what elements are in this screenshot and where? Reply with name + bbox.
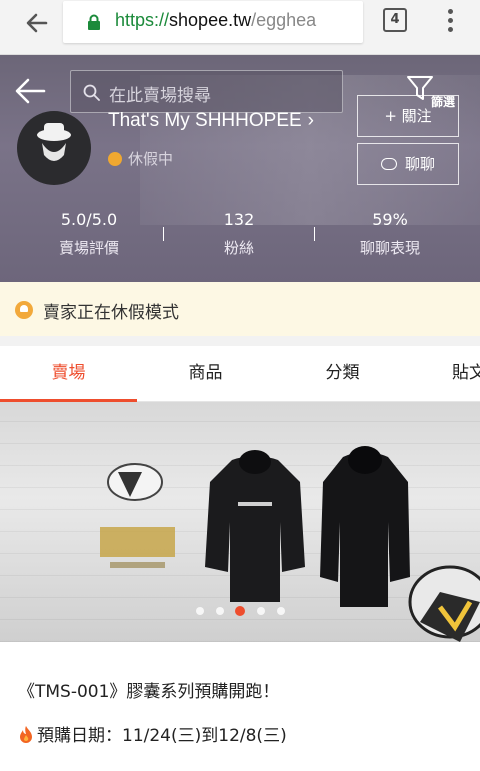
fire-icon: [20, 726, 32, 743]
preorder-date-line: 預購日期：11/24(三)到12/8(三): [18, 721, 287, 746]
browser-toolbar: https://shopee.tw/egghea 4: [0, 0, 480, 55]
arrow-left-icon: [26, 13, 48, 33]
tab-switcher-button[interactable]: 4: [383, 8, 407, 32]
lock-icon: [88, 14, 100, 30]
vacation-icon: [15, 301, 33, 319]
vacation-notice: 賣家正在休假模式: [0, 282, 480, 336]
shop-status: 休假中: [128, 150, 174, 168]
stat-followers: 132 粉絲: [169, 210, 309, 258]
stat-label: 賣場評價: [58, 239, 119, 257]
carousel-dot[interactable]: [277, 607, 285, 615]
chat-label: 聊聊: [404, 155, 435, 173]
vacation-status-icon: [108, 152, 122, 166]
preorder-date-text: 預購日期：11/24(三)到12/8(三): [37, 726, 287, 746]
stat-divider: [163, 227, 164, 241]
carousel-indicator: [196, 605, 296, 617]
carousel-dot[interactable]: [257, 607, 265, 615]
chevron-right-icon: ›: [307, 110, 314, 131]
chat-bubble-icon: [380, 158, 397, 170]
carousel-dot[interactable]: [216, 607, 224, 615]
stat-value: 59%: [372, 210, 408, 229]
browser-menu-icon[interactable]: [440, 6, 460, 36]
tab-posts[interactable]: 貼文: [411, 346, 480, 402]
post-title: 《TMS-001》膠囊系列預購開跑！: [18, 682, 280, 702]
stat-chat-performance: 59% 聊聊表現: [320, 210, 460, 258]
carousel-dot-active[interactable]: [235, 606, 245, 616]
chat-button[interactable]: 聊聊: [357, 143, 459, 185]
stat-label: 粉絲: [223, 239, 254, 257]
tab-products[interactable]: 商品: [137, 346, 274, 402]
shop-avatar[interactable]: [17, 111, 91, 185]
search-placeholder: 在此賣場搜尋: [109, 86, 211, 106]
stat-label: 聊聊表現: [359, 239, 420, 257]
url-text: https://shopee.tw/egghea: [115, 10, 317, 30]
stat-divider: [314, 227, 315, 241]
shop-search-input[interactable]: 在此賣場搜尋: [70, 70, 343, 113]
follow-button[interactable]: + 關注: [357, 95, 459, 137]
stat-value: 5.0/5.0: [60, 210, 118, 229]
browser-back-button[interactable]: [22, 8, 52, 38]
address-bar[interactable]: https://shopee.tw/egghea: [63, 1, 363, 43]
search-icon: [83, 84, 100, 101]
carousel-dot[interactable]: [196, 607, 204, 615]
shop-tabs: 賣場 商品 分類 貼文: [0, 346, 480, 402]
tab-categories[interactable]: 分類: [274, 346, 411, 402]
tab-shop[interactable]: 賣場: [0, 346, 137, 402]
stat-value: 132: [223, 210, 255, 229]
shop-logo-icon: [37, 123, 71, 161]
shop-header: 在此賣場搜尋 篩選 That's My SHHHOPEE › 休假中 + 關注 聊…: [0, 55, 480, 282]
back-arrow-icon[interactable]: [14, 77, 46, 105]
section-divider: [0, 336, 480, 346]
vacation-text: 賣家正在休假模式: [43, 303, 179, 323]
stat-rating: 5.0/5.0 賣場評價: [19, 210, 159, 258]
shop-name-link[interactable]: That's My SHHHOPEE ›: [108, 110, 314, 132]
